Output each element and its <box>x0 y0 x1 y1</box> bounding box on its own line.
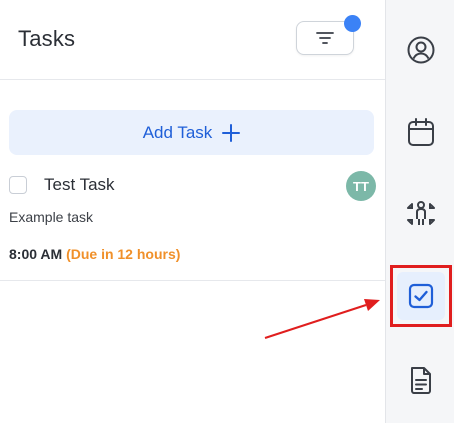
task-checkbox[interactable] <box>9 176 27 194</box>
filter-icon <box>316 31 334 45</box>
avatar: TT <box>346 171 376 201</box>
task-time: 8:00 AM <box>9 246 63 262</box>
task-due: (Due in 12 hours) <box>66 246 181 262</box>
add-task-button[interactable]: Add Task <box>9 110 374 155</box>
user-circle-icon <box>406 35 436 65</box>
add-task-label: Add Task <box>142 122 213 142</box>
panel-header: Tasks <box>0 0 385 80</box>
sidebar-rail <box>385 0 454 423</box>
document-icon <box>408 365 434 395</box>
team-icon <box>405 199 437 229</box>
task-item[interactable]: Test Task TT Example task 8:00 AM (Due i… <box>0 165 385 281</box>
sidebar-item-tasks-highlight[interactable] <box>390 265 452 327</box>
check-square-icon <box>408 283 434 309</box>
task-title: Test Task <box>44 175 115 194</box>
calendar-icon <box>407 117 435 147</box>
task-description: Example task <box>9 209 94 225</box>
sidebar-item-documents[interactable] <box>404 363 438 397</box>
sidebar-item-tasks[interactable] <box>397 272 445 320</box>
page-title: Tasks <box>18 26 76 51</box>
task-time-row: 8:00 AM (Due in 12 hours) <box>9 246 180 262</box>
sidebar-item-team[interactable] <box>404 197 438 231</box>
plus-icon <box>222 123 241 142</box>
notification-dot <box>344 15 361 32</box>
sidebar-item-profile[interactable] <box>404 33 438 67</box>
tasks-panel: Tasks Add Task Test Task TT Example task <box>0 0 385 423</box>
sidebar-item-calendar[interactable] <box>404 115 438 149</box>
